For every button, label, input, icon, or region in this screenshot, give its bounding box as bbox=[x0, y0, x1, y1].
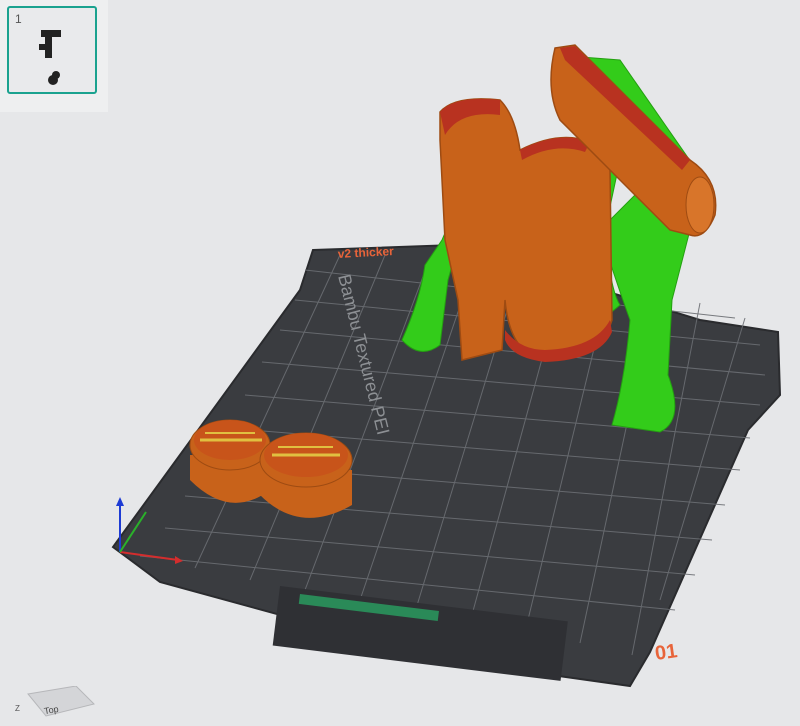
scene-canvas[interactable]: v2 thicker Bambu Textured PEI 01 bbox=[0, 0, 800, 715]
plate-name-text: v2 thicker bbox=[337, 244, 394, 261]
view-cube-axis-label: Z bbox=[15, 704, 20, 713]
plate-list-panel: 1 bbox=[0, 0, 108, 112]
plate-preview-icon bbox=[39, 30, 61, 85]
plate-number-text: 01 bbox=[654, 640, 679, 665]
3d-viewport[interactable]: v2 thicker Bambu Textured PEI 01 1 Z Top bbox=[0, 0, 800, 717]
plate-thumbnail[interactable]: 1 bbox=[7, 6, 97, 94]
